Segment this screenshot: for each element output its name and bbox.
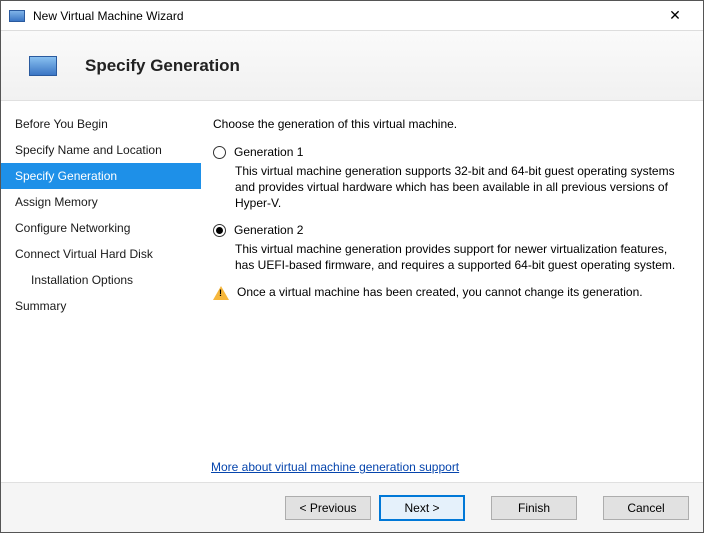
- step-sidebar: Before You BeginSpecify Name and Locatio…: [1, 101, 201, 482]
- sidebar-step[interactable]: Installation Options: [1, 267, 201, 293]
- finish-button[interactable]: Finish: [491, 496, 577, 520]
- titlebar: New Virtual Machine Wizard ✕: [1, 1, 703, 31]
- previous-button[interactable]: < Previous: [285, 496, 371, 520]
- sidebar-step[interactable]: Before You Begin: [1, 111, 201, 137]
- generation-option[interactable]: Generation 1: [213, 145, 685, 159]
- window-title: New Virtual Machine Wizard: [33, 9, 655, 23]
- cancel-button[interactable]: Cancel: [603, 496, 689, 520]
- radio-button[interactable]: [213, 224, 226, 237]
- warning-icon: [213, 286, 229, 300]
- help-link[interactable]: More about virtual machine generation su…: [211, 460, 459, 474]
- warning-text: Once a virtual machine has been created,…: [237, 285, 643, 299]
- next-button[interactable]: Next >: [379, 495, 465, 521]
- instruction-text: Choose the generation of this virtual ma…: [213, 117, 685, 131]
- warning-row: Once a virtual machine has been created,…: [213, 285, 685, 300]
- sidebar-step[interactable]: Connect Virtual Hard Disk: [1, 241, 201, 267]
- sidebar-step[interactable]: Specify Name and Location: [1, 137, 201, 163]
- radio-button[interactable]: [213, 146, 226, 159]
- option-description: This virtual machine generation provides…: [235, 241, 685, 273]
- button-bar: < Previous Next > Finish Cancel: [1, 482, 703, 532]
- option-description: This virtual machine generation supports…: [235, 163, 685, 211]
- sidebar-step[interactable]: Specify Generation: [1, 163, 201, 189]
- sidebar-step[interactable]: Configure Networking: [1, 215, 201, 241]
- option-label: Generation 2: [234, 223, 303, 237]
- generation-option[interactable]: Generation 2: [213, 223, 685, 237]
- wizard-icon: [29, 56, 57, 76]
- app-icon: [9, 10, 25, 22]
- option-label: Generation 1: [234, 145, 303, 159]
- page-title: Specify Generation: [85, 56, 240, 76]
- close-icon[interactable]: ✕: [655, 2, 695, 30]
- wizard-body: Before You BeginSpecify Name and Locatio…: [1, 101, 703, 482]
- sidebar-step[interactable]: Summary: [1, 293, 201, 319]
- sidebar-step[interactable]: Assign Memory: [1, 189, 201, 215]
- wizard-header: Specify Generation: [1, 31, 703, 101]
- content-pane: Choose the generation of this virtual ma…: [201, 101, 703, 482]
